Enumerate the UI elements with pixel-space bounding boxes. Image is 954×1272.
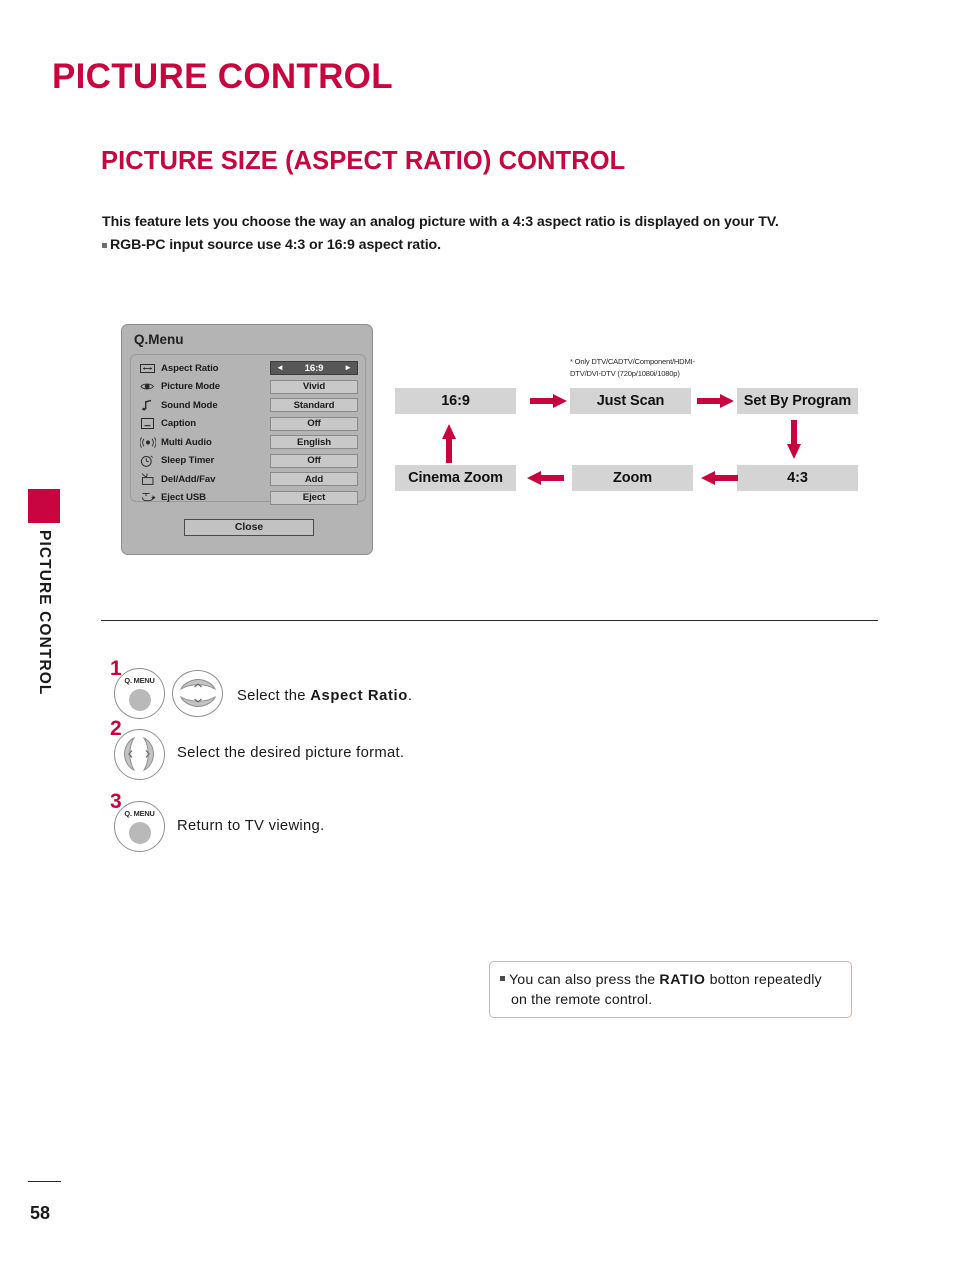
qmenu-value-del-add-fav[interactable]: Add [270,472,358,487]
left-right-arrows-icon[interactable] [115,730,164,779]
note-callout-box: You can also press the RATIO botton repe… [489,961,852,1018]
clock-icon [139,454,156,467]
qmenu-remote-button-step3[interactable]: Q. MENU [114,801,165,852]
qmenu-value-caption[interactable]: Off [270,416,358,431]
qmenu-label: Sound Mode [161,399,218,411]
flow-box-zoom: Zoom [572,465,693,491]
flow-arrow-down-icon [785,420,803,460]
qmenu-row-eject-usb[interactable]: Eject USB Eject [131,489,365,508]
note-text-before: You can also press the [509,972,660,988]
sidebar-chapter-label: PICTURE CONTROL [36,530,53,696]
caption-icon [139,417,156,430]
qmenu-label: Picture Mode [161,381,221,393]
qmenu-button-label: Q. MENU [124,809,155,818]
qmenu-value-sound-mode[interactable]: Standard [270,398,358,413]
step-instruction-2: Select the desired picture format. [177,745,405,761]
qmenu-row-aspect-ratio[interactable]: Aspect Ratio ◄ 16:9 ► [131,359,365,378]
qmenu-value-sleep-timer[interactable]: Off [270,453,358,468]
qmenu-row-sound-mode[interactable]: Sound Mode Standard [131,396,365,415]
aspect-ratio-icon [139,362,156,375]
left-arrow-icon[interactable]: ◄ [276,364,284,372]
flow-box-set-by-program: Set By Program [737,388,858,414]
qmenu-label: Del/Add/Fav [161,473,216,485]
step1-text-before: Select the [237,688,311,704]
qmenu-value-eject-usb[interactable]: Eject [270,490,358,505]
eye-icon [139,380,156,393]
square-bullet-icon [102,242,107,248]
flow-arrow-up-icon [440,423,458,463]
qmenu-label: Eject USB [161,492,206,504]
footer-divider [28,1181,61,1182]
flow-arrow-left-icon [700,469,738,487]
qmenu-row-caption[interactable]: Caption Off [131,415,365,434]
qmenu-option-list: Aspect Ratio ◄ 16:9 ► Picture Mode Vivid… [130,354,366,505]
qmenu-button-dot[interactable] [128,689,151,711]
sidebar-accent-block [28,489,60,523]
qmenu-label: Multi Audio [161,436,212,448]
qmenu-osd-panel: Q.Menu Aspect Ratio ◄ 16:9 ► Picture Mod… [121,324,373,555]
music-note-icon [139,399,156,412]
qmenu-value-aspect-ratio[interactable]: ◄ 16:9 ► [270,361,358,376]
flow-box-cinema-zoom: Cinema Zoom [395,465,516,491]
intro-bullet-item: RGB-PC input source use 4:3 or 16:9 aspe… [102,237,441,253]
flow-box-16-9: 16:9 [395,388,516,414]
page-number: 58 [30,1203,51,1223]
flow-arrow-right-icon [697,392,735,410]
qmenu-label: Sleep Timer [161,455,215,467]
qmenu-row-del-add-fav[interactable]: Del/Add/Fav Add [131,470,365,489]
step-instruction-3: Return to TV viewing. [177,818,325,834]
note-text: You can also press the RATIO botton repe… [500,970,841,1010]
flow-arrow-right-icon [530,392,568,410]
qmenu-title: Q.Menu [134,332,184,347]
up-down-arrows-icon[interactable] [173,671,222,716]
qmenu-row-sleep-timer[interactable]: Sleep Timer Off [131,452,365,471]
qmenu-row-picture-mode[interactable]: Picture Mode Vivid [131,378,365,397]
qmenu-value-picture-mode[interactable]: Vivid [270,379,358,394]
qmenu-label: Aspect Ratio [161,362,219,374]
speaker-waves-icon [139,436,156,449]
flow-box-4-3: 4:3 [737,465,858,491]
up-down-nav-button[interactable] [172,670,223,717]
left-right-nav-button[interactable] [114,729,165,780]
note-text-bold: RATIO [659,972,706,988]
qmenu-row-multi-audio[interactable]: Multi Audio English [131,433,365,452]
step-instruction-1: Select the Aspect Ratio. [237,688,412,704]
right-arrow-icon[interactable]: ► [344,364,352,372]
qmenu-value-text: 16:9 [304,362,324,374]
intro-paragraph: This feature lets you choose the way an … [102,214,779,230]
qmenu-close-button[interactable]: Close [184,519,314,536]
usb-eject-icon [139,491,156,504]
intro-bullet-label: RGB-PC input source use 4:3 or 16:9 aspe… [110,237,441,253]
section-divider [101,620,878,621]
flow-diagram-footnote: * Only DTV/CADTV/Component/HDMI- DTV/DVI… [570,356,735,380]
footnote-line-2: DTV/DVI-DTV (720p/1080i/1080p) [570,369,680,378]
flow-box-just-scan: Just Scan [570,388,691,414]
chapter-title: PICTURE CONTROL [52,57,393,96]
qmenu-button-dot[interactable] [128,822,151,844]
flow-arrow-left-icon [526,469,564,487]
square-bullet-icon [500,976,505,981]
qmenu-button-label: Q. MENU [124,676,155,685]
step1-text-after: . [407,688,413,704]
step1-text-bold: Aspect Ratio [310,688,408,704]
qmenu-remote-button-step1[interactable]: Q. MENU [114,668,165,719]
qmenu-label: Caption [161,418,197,430]
tv-antenna-icon [139,473,156,486]
qmenu-value-multi-audio[interactable]: English [270,435,358,450]
footnote-line-1: * Only DTV/CADTV/Component/HDMI- [570,357,695,366]
page-title: PICTURE SIZE (ASPECT RATIO) CONTROL [101,147,626,175]
